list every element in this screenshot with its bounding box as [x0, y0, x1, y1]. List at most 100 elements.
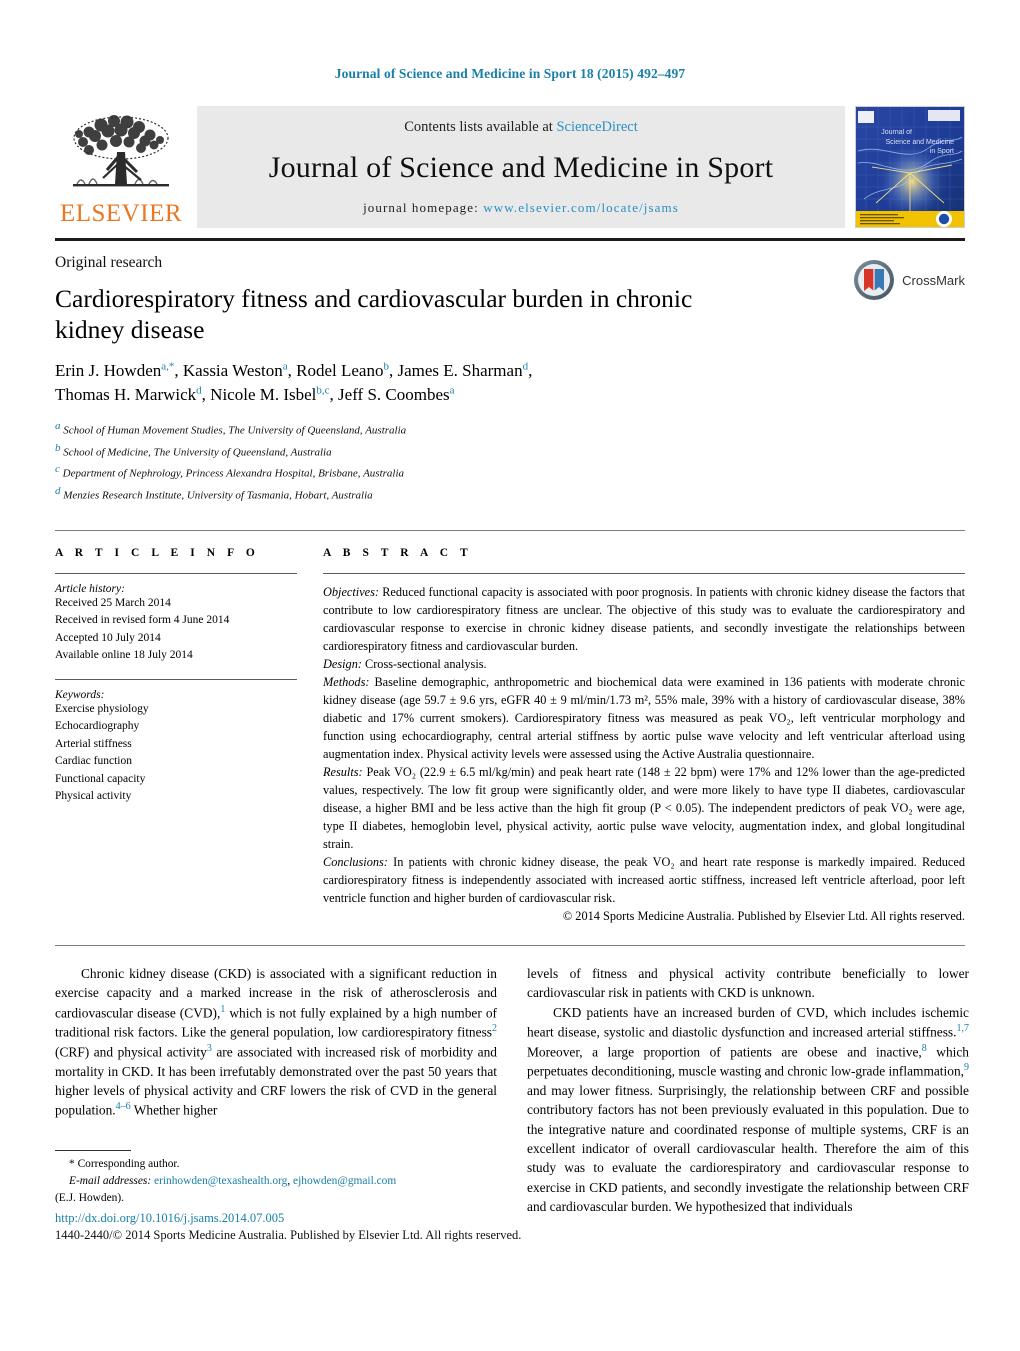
para2-text-a: CKD patients have an increased burden of… [527, 1004, 969, 1040]
affiliation-marker: a [55, 420, 61, 433]
abstract-conclusions: Conclusions: In patients with chronic ki… [323, 853, 965, 907]
elsevier-tree-icon [73, 115, 169, 187]
svg-text:Science and Medicine: Science and Medicine [886, 139, 955, 146]
abstract-design: Design: Cross-sectional analysis. [323, 655, 965, 673]
homepage-prefix: journal homepage: [363, 200, 484, 215]
journal-homepage-line: journal homepage: www.elsevier.com/locat… [363, 200, 679, 216]
contents-prefix: Contents lists available at [404, 119, 557, 135]
abstract-copyright: © 2014 Sports Medicine Australia. Publis… [562, 908, 965, 923]
abstract-methods-label: Methods: [323, 674, 370, 689]
affiliation-text: Department of Nephrology, Princess Alexa… [62, 467, 405, 480]
intro-text-c: (CRF) and physical activity [55, 1044, 207, 1060]
para2-text-b: Moreover, a large proportion of patients… [527, 1044, 922, 1060]
article-info-rule [55, 572, 297, 574]
intro-paragraph-right-cont: levels of fitness and physical activity … [527, 965, 969, 1001]
affiliation-list: a School of Human Movement Studies, The … [55, 418, 965, 504]
author-entry: Erin J. Howdena,*, [55, 361, 183, 381]
history-revised: Received in revised form 4 June 2014 [55, 614, 230, 627]
abstract-rule [323, 572, 965, 574]
intro-text-e: Whether higher [130, 1102, 218, 1118]
abstract-objectives-text: Reduced functional capacity is associate… [323, 584, 965, 653]
abstract-body: Objectives: Reduced functional capacity … [323, 583, 965, 925]
affiliation-marker: d [55, 484, 61, 497]
abstract-heading: A B S T R A C T [323, 546, 473, 559]
journal-title: Journal of Science and Medicine in Sport [268, 151, 774, 184]
svg-text:Journal of: Journal of [881, 129, 912, 136]
page-title: Cardiorespiratory fitness and cardiovasc… [55, 284, 693, 344]
history-received: Received 25 March 2014 [55, 596, 171, 609]
author-name: Jeff S. Coombes [338, 385, 450, 405]
email-line: E-mail addresses: erinhowden@texashealth… [55, 1173, 497, 1190]
author-name: Kassia Weston [182, 361, 283, 381]
header-divider [55, 529, 965, 531]
abstract-column: A B S T R A C T Objectives: Reduced func… [323, 547, 965, 925]
author-entry: Nicole M. Isbelb,c, [210, 384, 339, 405]
history-accepted: Accepted 10 July 2014 [55, 631, 161, 644]
abstract-results: Results: Peak VO₂ (22.9 ± 6.5 ml/kg/min)… [323, 763, 965, 853]
author-sep: , [329, 385, 339, 405]
keywords-label: Keywords: [55, 688, 105, 701]
crossmark-label: CrossMark [902, 272, 965, 288]
cover-artwork: Journal of Science and Medicine in Sport [856, 107, 964, 227]
author-list: Erin J. Howdena,*, Kassia Westona, Rodel… [55, 359, 775, 407]
masthead-center-panel: Contents lists available at ScienceDirec… [197, 106, 845, 228]
email-attribution: (E.J. Howden). [55, 1192, 124, 1205]
doi-link[interactable]: http://dx.doi.org/10.1016/j.jsams.2014.0… [55, 1211, 755, 1226]
crossmark-icon [854, 260, 895, 300]
email-label: E-mail addresses: [69, 1175, 152, 1188]
sciencedirect-link[interactable]: ScienceDirect [556, 119, 637, 135]
crossmark-badge[interactable]: CrossMark [853, 259, 965, 301]
affiliation-text: School of Medicine, The University of Qu… [63, 446, 332, 459]
affiliation-item: a School of Human Movement Studies, The … [55, 418, 965, 439]
citation-ref[interactable]: 4–6 [116, 1101, 131, 1112]
journal-masthead: ELSEVIER Contents lists available at Sci… [55, 106, 965, 228]
email-link-primary[interactable]: erinhowden@texashealth.org [154, 1175, 287, 1187]
citation-ref[interactable]: 2 [492, 1023, 497, 1034]
intro-paragraph-right-2: CKD patients have an increased burden of… [527, 1003, 969, 1217]
author-sep: , [287, 361, 297, 381]
author-entry: Rodel Leanob, [296, 361, 397, 381]
article-info-column: A R T I C L E I N F O Article history: R… [55, 547, 323, 925]
keyword-item: Functional capacity [55, 772, 146, 785]
keyword-item: Cardiac function [55, 755, 132, 768]
affiliation-item: c Department of Nephrology, Princess Ale… [55, 461, 965, 482]
body-column-right: levels of fitness and physical activity … [527, 964, 969, 1216]
intro-paragraph-left: Chronic kidney disease (CKD) is associat… [55, 964, 497, 1120]
doi-footer: http://dx.doi.org/10.1016/j.jsams.2014.0… [55, 1211, 755, 1243]
abstract-results-label: Results: [323, 764, 363, 779]
elsevier-logo: ELSEVIER [55, 106, 187, 228]
keyword-item: Echocardiography [55, 720, 140, 733]
abstract-results-text: Peak VO₂ (22.9 ± 6.5 ml/kg/min) and peak… [323, 764, 965, 851]
email-link-secondary[interactable]: ejhowden@gmail.com [293, 1175, 396, 1187]
footnote-rule [55, 1150, 131, 1151]
affiliation-text: Menzies Research Institute, University o… [63, 489, 373, 502]
affiliation-item: b School of Medicine, The University of … [55, 440, 965, 461]
abstract-conclusions-label: Conclusions: [323, 854, 388, 869]
para2-text-d: and may lower fitness. Surprisingly, the… [527, 1083, 969, 1214]
author-name: Rodel Leano [296, 361, 384, 381]
affiliation-marker: c [55, 463, 60, 476]
abstract-methods: Methods: Baseline demographic, anthropom… [323, 673, 965, 763]
author-name: Erin J. Howden [55, 361, 162, 381]
citation-ref[interactable]: 1,7 [957, 1023, 970, 1034]
svg-text:in Sport: in Sport [930, 148, 954, 155]
journal-cover-thumbnail: Journal of Science and Medicine in Sport [855, 106, 965, 228]
abstract-design-label: Design: [323, 656, 362, 671]
elsevier-wordmark: ELSEVIER [59, 200, 183, 227]
author-entry: Jeff S. Coombesa [338, 385, 455, 405]
author-name: Thomas H. Marwick [55, 385, 197, 405]
homepage-url-link[interactable]: www.elsevier.com/locate/jsams [483, 200, 679, 215]
citation-ref[interactable]: 9 [964, 1062, 969, 1073]
author-entry: James E. Sharmand, [397, 361, 532, 381]
corresponding-author-line: * Corresponding author. [55, 1156, 497, 1173]
issn-copyright-line: 1440-2440/© 2014 Sports Medicine Austral… [55, 1228, 522, 1242]
author-affil-marker: b,c [316, 384, 330, 397]
affiliation-item: d Menzies Research Institute, University… [55, 483, 965, 504]
keywords-list: Exercise physiology Echocardiography Art… [55, 701, 297, 806]
info-abstract-section: A R T I C L E I N F O Article history: R… [55, 547, 965, 925]
author-sep: , [174, 361, 183, 381]
article-info-heading: A R T I C L E I N F O [55, 546, 260, 559]
abstract-objectives-label: Objectives: [323, 584, 379, 599]
keyword-item: Exercise physiology [55, 702, 149, 715]
affiliation-text: School of Human Movement Studies, The Un… [63, 425, 407, 438]
